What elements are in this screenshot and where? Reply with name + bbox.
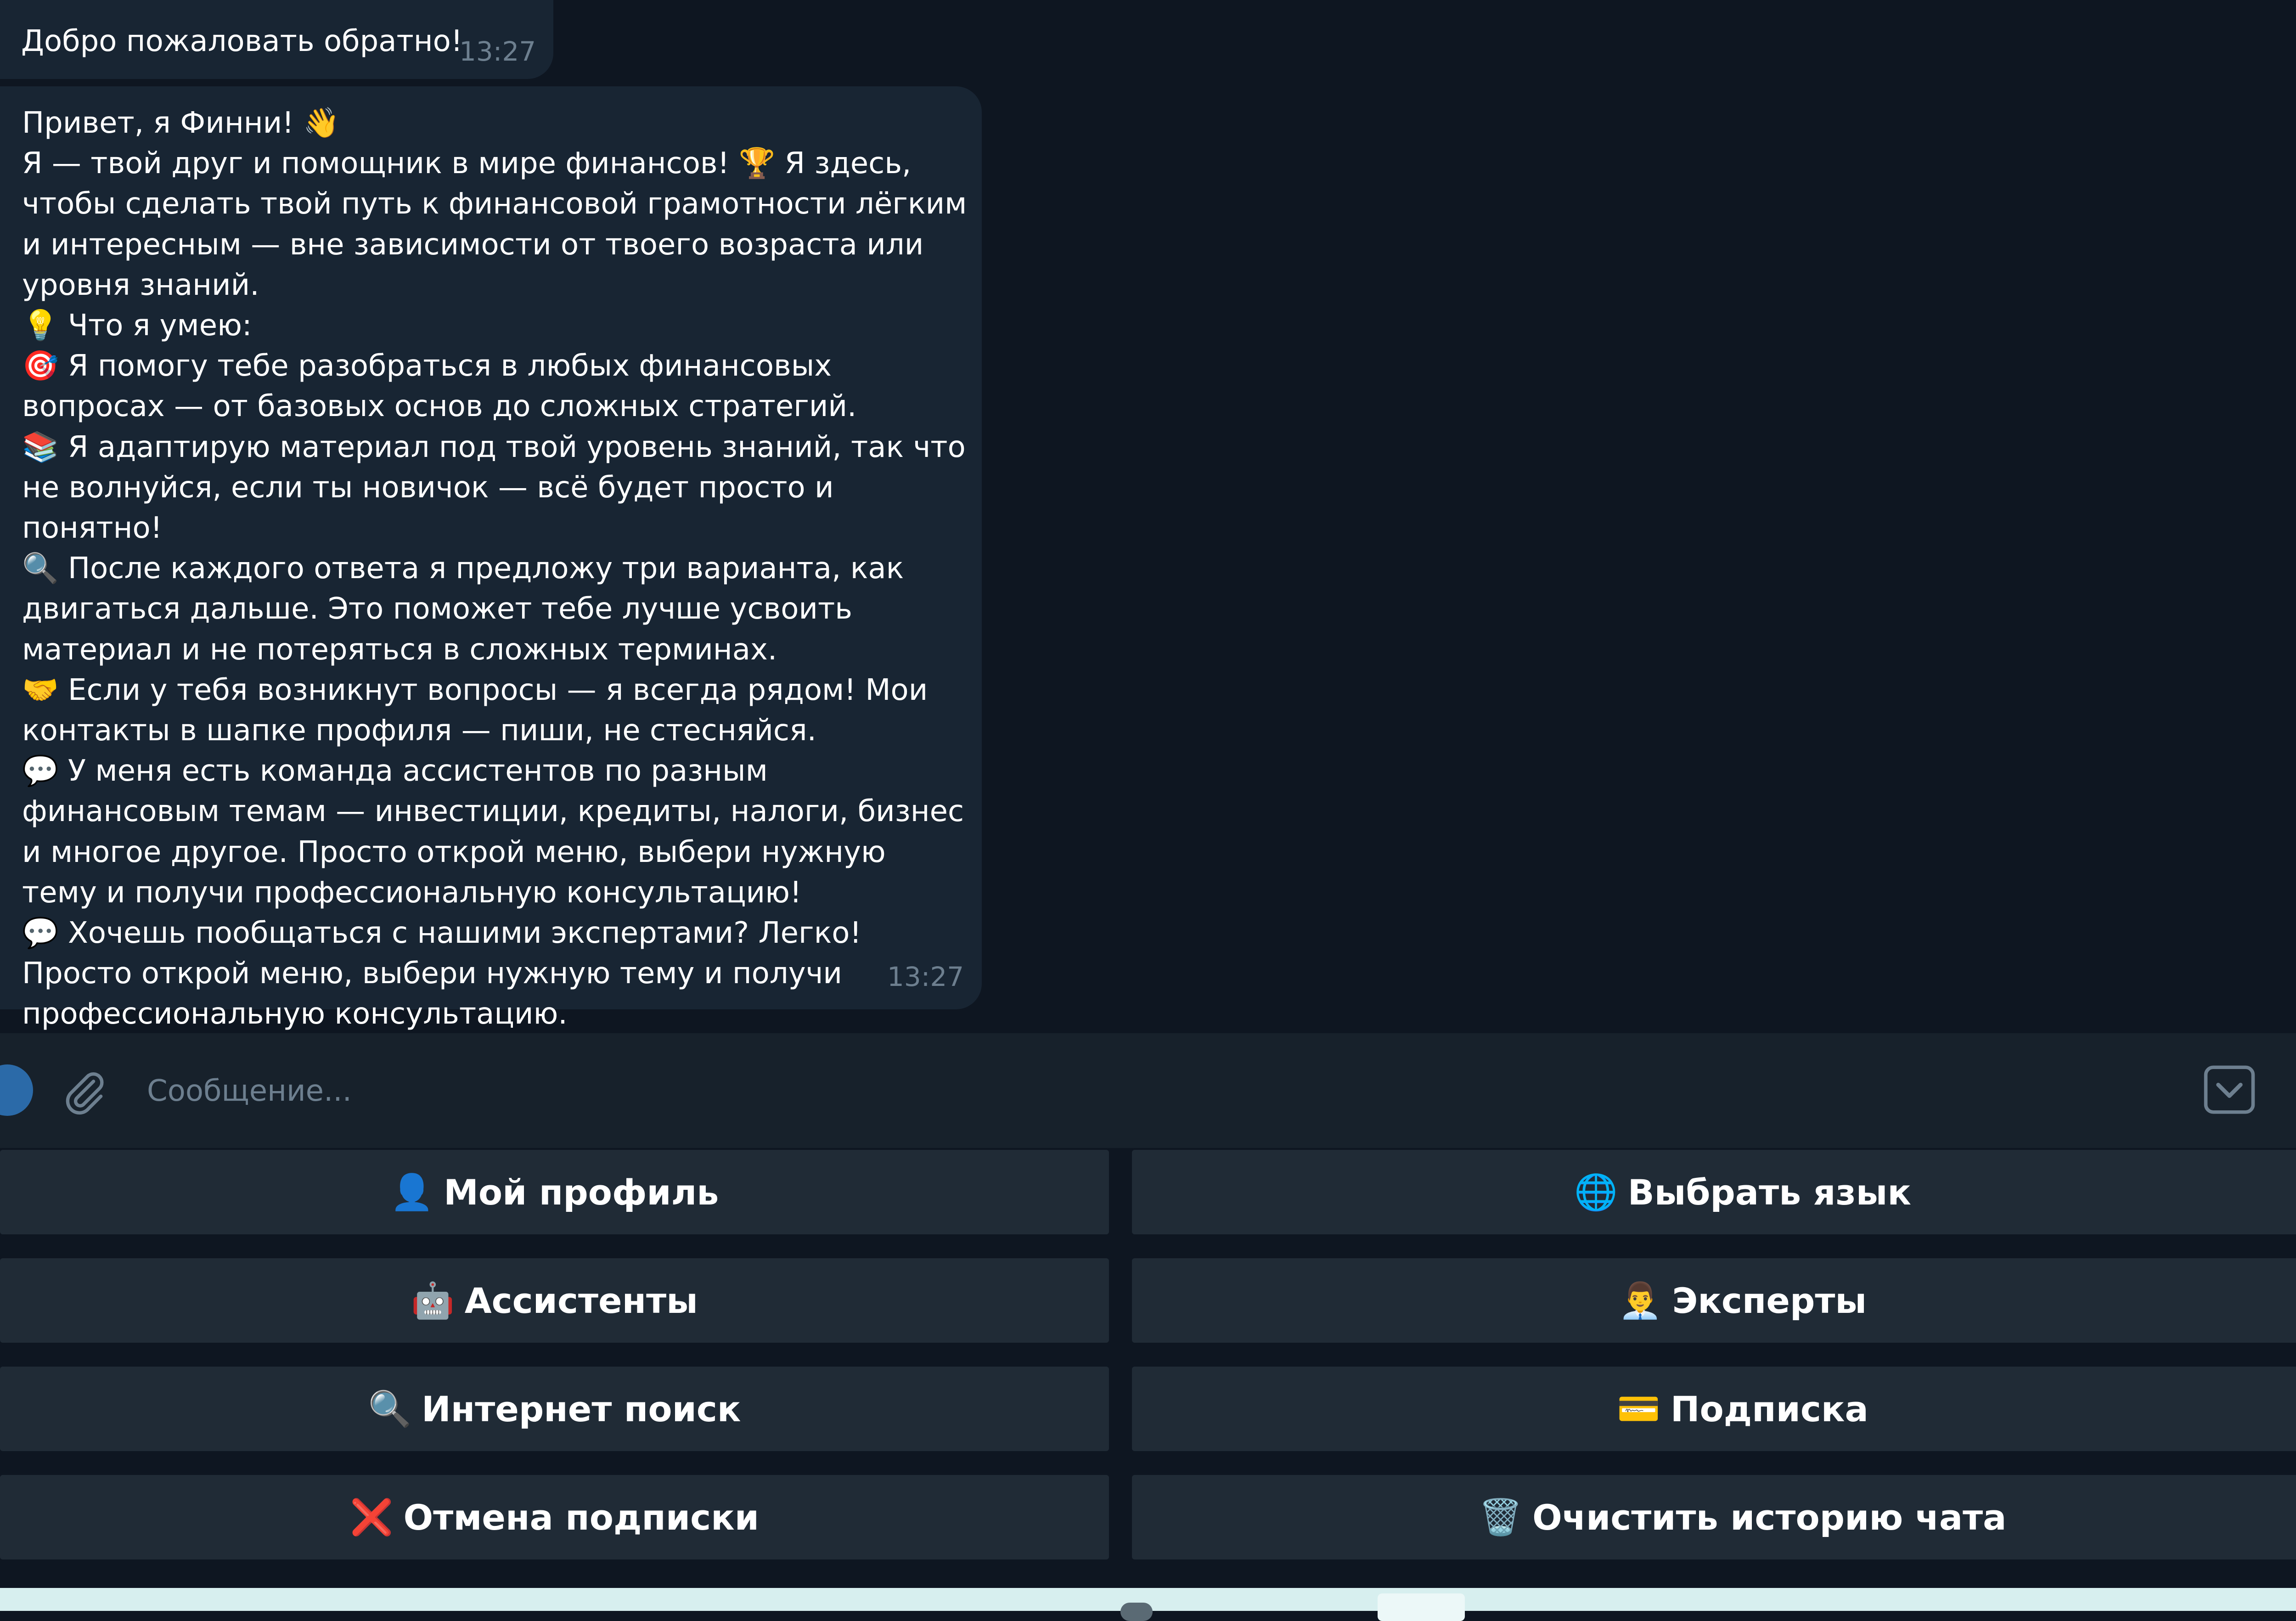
button-label: Ассистенты — [464, 1280, 698, 1321]
cancel-subscription-button[interactable]: ❌ Отмена подписки — [0, 1475, 1109, 1559]
choose-language-button[interactable]: 🌐 Выбрать язык — [1132, 1150, 2296, 1234]
message-input-bar — [0, 1033, 2296, 1148]
button-label: Подписка — [1670, 1388, 1868, 1430]
robot-icon: 🤖 — [411, 1280, 455, 1321]
credit-card-icon: 💳 — [1617, 1388, 1660, 1429]
message-time: 13:27 — [887, 961, 964, 992]
button-label: Интернет поиск — [422, 1388, 741, 1430]
message-time: 13:27 — [459, 36, 536, 67]
subscription-button[interactable]: 💳 Подписка — [1132, 1367, 2296, 1451]
button-label: Отмена подписки — [403, 1497, 759, 1538]
user-icon: 👤 — [390, 1171, 434, 1212]
button-label: Эксперты — [1672, 1280, 1867, 1321]
bot-reply-keyboard: 👤 Мой профиль 🌐 Выбрать язык 🤖 Ассистент… — [0, 1148, 2296, 1589]
chat-area: Добро пожаловать обратно! 13:27 Привет, … — [0, 0, 2296, 1033]
experts-button[interactable]: 👨‍💼 Эксперты — [1132, 1258, 2296, 1343]
message-input[interactable] — [146, 1065, 2122, 1117]
message-text: Добро пожаловать обратно! — [21, 24, 463, 58]
bottom-indicator — [1120, 1603, 1153, 1621]
button-label: Очистить историю чата — [1532, 1497, 2007, 1538]
internet-search-button[interactable]: 🔍 Интернет поиск — [0, 1367, 1109, 1451]
my-profile-button[interactable]: 👤 Мой профиль — [0, 1150, 1109, 1234]
bottom-tab — [1378, 1593, 1465, 1621]
trash-icon: 🗑️ — [1479, 1497, 1523, 1537]
magnifier-icon: 🔍 — [368, 1388, 412, 1429]
message-bubble-intro[interactable]: Привет, я Финни! 👋 Я — твой друг и помощ… — [0, 86, 982, 1031]
office-worker-icon: 👨‍💼 — [1618, 1280, 1662, 1321]
message-bubble-welcome[interactable]: Добро пожаловать обратно! 13:27 — [0, 0, 553, 79]
button-label: Мой профиль — [444, 1171, 719, 1213]
paperclip-icon[interactable] — [59, 1068, 109, 1118]
bottom-edge — [0, 1588, 2296, 1621]
bot-keyboard-toggle-icon[interactable] — [2200, 1060, 2259, 1120]
globe-icon: 🌐 — [1574, 1171, 1618, 1212]
message-text: Привет, я Финни! 👋 Я — твой друг и помощ… — [22, 106, 967, 1031]
assistants-button[interactable]: 🤖 Ассистенты — [0, 1258, 1109, 1343]
clear-chat-history-button[interactable]: 🗑️ Очистить историю чата — [1132, 1475, 2296, 1559]
cross-mark-icon: ❌ — [350, 1497, 394, 1537]
menu-button[interactable] — [0, 1064, 33, 1116]
button-label: Выбрать язык — [1627, 1171, 1911, 1213]
